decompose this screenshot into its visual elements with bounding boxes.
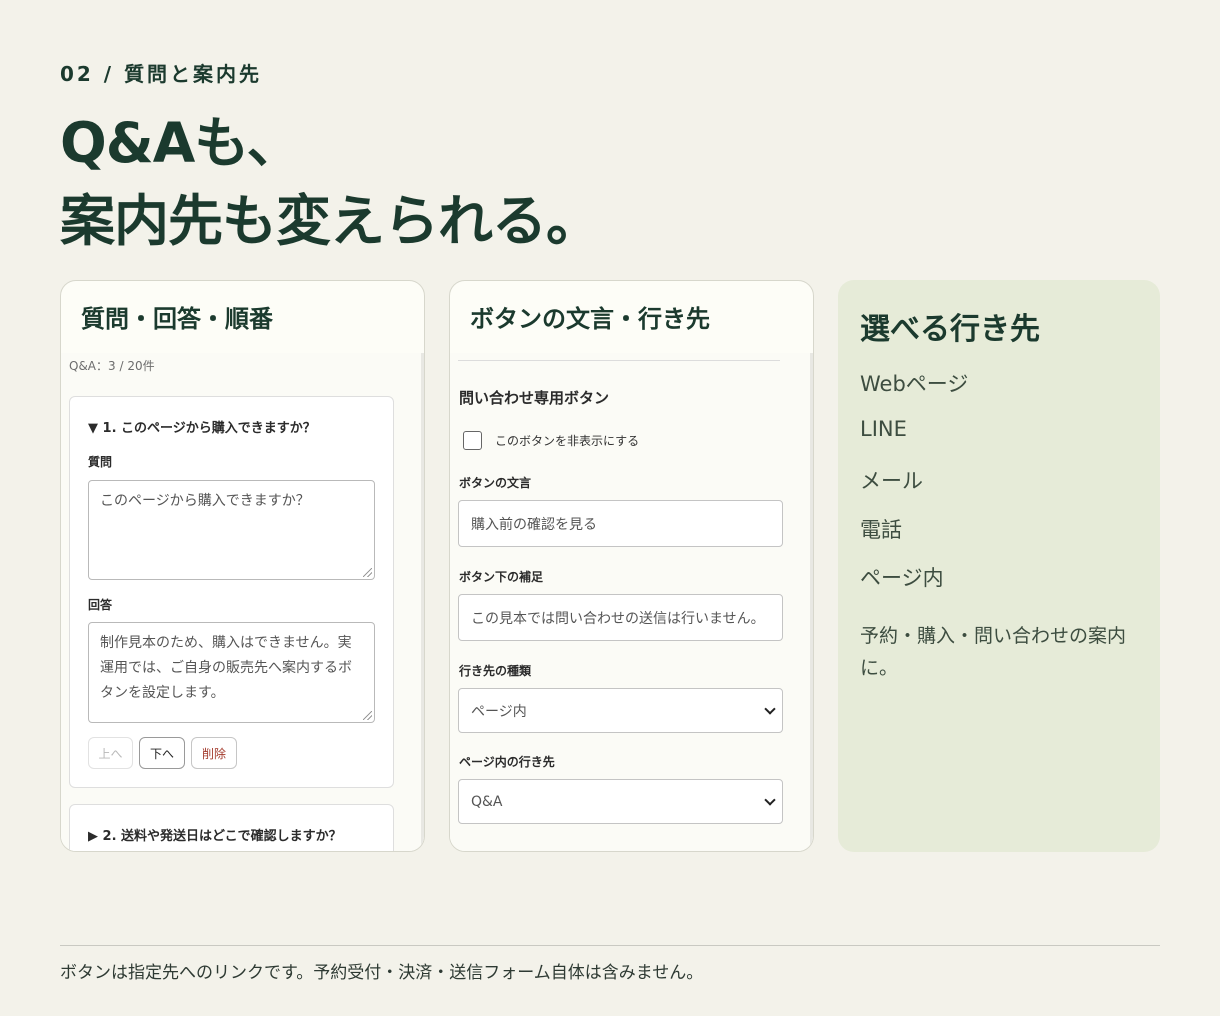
destination-mail: メール — [860, 469, 923, 493]
qa-item-actions: 上へ 下へ 削除 — [88, 737, 248, 771]
qa-item-1-summary[interactable]: ▼ 1. このページから購入できますか？ — [88, 417, 316, 436]
delete-button[interactable]: 削除 — [191, 737, 237, 769]
divider — [458, 360, 780, 361]
hide-button-checkbox[interactable] — [463, 431, 482, 450]
question-label: 質問 — [88, 455, 113, 469]
destination-in-page: ページ内 — [860, 566, 944, 590]
move-down-button[interactable]: 下へ — [139, 737, 185, 769]
qa-item-2-summary[interactable]: ▶ 2. 送料や発送日はどこで確認しますか？ — [88, 825, 342, 844]
qa-count: Q&A：3 / 20件 — [69, 359, 155, 373]
destination-line: LINE — [860, 417, 907, 441]
chevron-down-icon — [764, 702, 776, 715]
button-text-input[interactable]: 購入前の確認を見る — [458, 500, 783, 547]
qa-item-1: ▼ 1. このページから購入できますか？ 質問 このページから購入できますか？ … — [69, 396, 394, 788]
in-page-target-value: Q&A — [471, 793, 503, 810]
destination-type-label: 行き先の種類 — [459, 664, 532, 678]
button-subtext-label: ボタン下の補足 — [459, 570, 544, 584]
headline-line-1: Q&Aも、 — [60, 111, 302, 175]
button-panel-title: ボタンの文言・行き先 — [470, 305, 710, 333]
destination-phone: 電話 — [860, 518, 902, 542]
chevron-down-icon — [764, 793, 776, 806]
answer-label: 回答 — [88, 598, 113, 612]
destinations-note: 予約・購入・問い合わせの案内に。 — [860, 625, 1127, 679]
hide-button-checkbox-label[interactable]: このボタンを非表示にする — [495, 432, 639, 449]
destinations-title: 選べる行き先 — [860, 312, 1040, 347]
qa-editor-frame[interactable]: Q&A：3 / 20件 ▼ 1. このページから購入できますか？ 質問 このペー… — [61, 353, 424, 851]
answer-textarea-value: 制作見本のため、購入はできません。実運用では、ご自身の販売先へ案内するボタンを設… — [100, 635, 352, 701]
destination-web: Webページ — [860, 372, 969, 396]
button-text-label: ボタンの文言 — [459, 476, 532, 490]
section-eyebrow: 02 / 質問と案内先 — [60, 62, 263, 86]
question-textarea-value: このページから購入できますか？ — [100, 493, 310, 509]
answer-textarea[interactable]: 制作見本のため、購入はできません。実運用では、ご自身の販売先へ案内するボタンを設… — [88, 622, 375, 723]
question-textarea[interactable]: このページから購入できますか？ — [88, 480, 375, 580]
button-settings-panel: ボタンの文言・行き先 問い合わせ専用ボタン このボタンを非表示にする ボタンの文… — [449, 280, 814, 852]
contact-button-section-title: 問い合わせ専用ボタン — [459, 389, 610, 407]
qa-panel-title: 質問・回答・順番 — [81, 305, 273, 333]
headline-line-2: 案内先も変えられる。 — [60, 189, 601, 253]
button-subtext-input[interactable]: この見本では問い合わせの送信は行いません。 — [458, 594, 783, 641]
page-headline: Q&Aも、 案内先も変えられる。 — [60, 104, 601, 260]
in-page-target-label: ページ内の行き先 — [459, 755, 555, 769]
qa-item-2: ▶ 2. 送料や発送日はどこで確認しますか？ — [69, 804, 394, 851]
resize-grip-icon[interactable] — [363, 568, 372, 577]
footer-note: ボタンは指定先へのリンクです。予約受付・決済・送信フォーム自体は含みません。 — [60, 963, 704, 983]
footer-divider — [60, 945, 1160, 946]
move-up-button[interactable]: 上へ — [88, 737, 133, 769]
qa-editor-panel: 質問・回答・順番 Q&A：3 / 20件 ▼ 1. このページから購入できますか… — [60, 280, 425, 852]
in-page-target-select[interactable]: Q&A — [458, 779, 783, 824]
button-settings-frame[interactable]: 問い合わせ専用ボタン このボタンを非表示にする ボタンの文言 購入前の確認を見る… — [450, 353, 813, 851]
destinations-panel: 選べる行き先 Webページ LINE メール 電話 ページ内 予約・購入・問い合… — [838, 280, 1160, 852]
destination-type-value: ページ内 — [471, 703, 527, 720]
resize-grip-icon[interactable] — [363, 711, 372, 720]
destination-type-select[interactable]: ページ内 — [458, 688, 783, 733]
